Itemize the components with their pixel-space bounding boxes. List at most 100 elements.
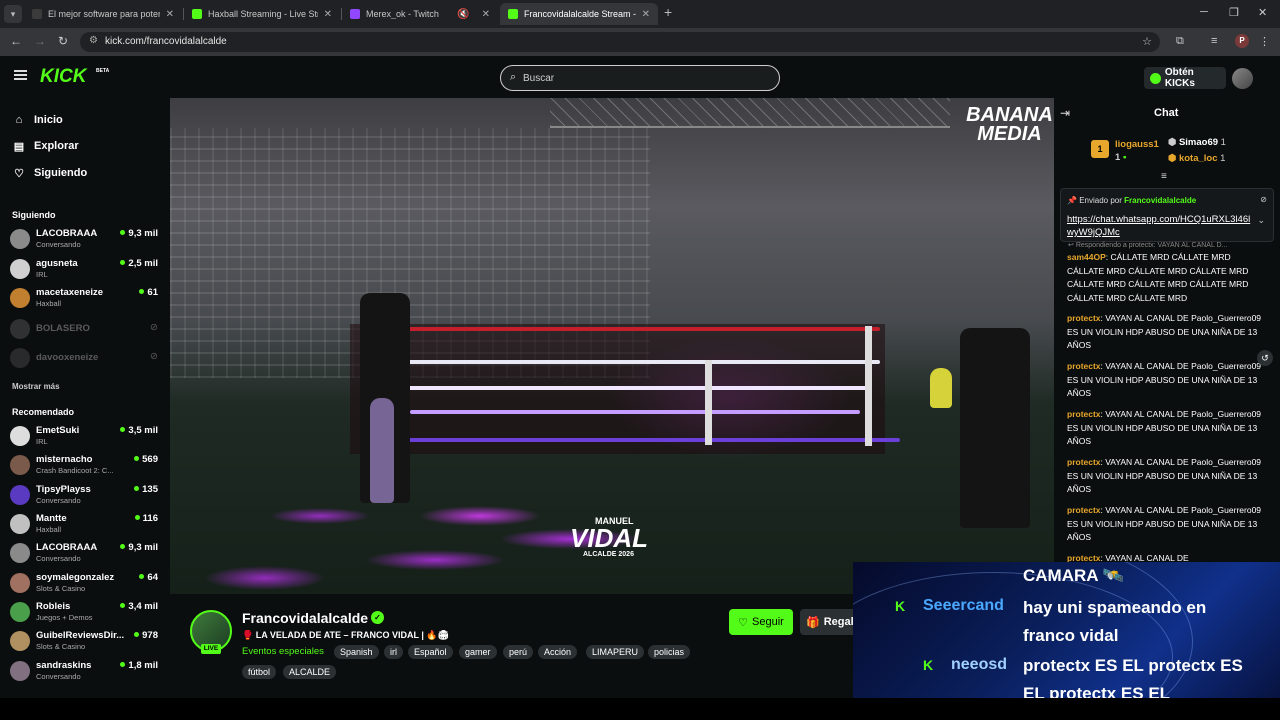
ring-post (865, 326, 872, 446)
tag-chip[interactable]: perú (503, 645, 534, 659)
user-avatar[interactable] (1232, 68, 1253, 89)
sidebar-channel[interactable]: macetaxeneize Haxball 61 (10, 284, 160, 312)
video-player[interactable]: BANANA MEDIA MANUEL VIDAL ALCALDE 2026 (170, 98, 1054, 594)
sidebar-channel[interactable]: EmetSuki IRL 3,5 mil (10, 422, 160, 450)
live-dot-icon (139, 289, 145, 294)
browser-tab-4-active[interactable]: Francovidalalcalde Stream - Wa ✕ (500, 3, 658, 25)
sidebar-channel[interactable]: TipsyPlayss Conversando 135 (10, 481, 160, 509)
follow-label: Seguir (752, 616, 784, 628)
leaderboard-user[interactable]: ⬢ kota_loc 1 (1168, 153, 1225, 164)
search-input[interactable]: ⌕ Buscar (500, 65, 780, 91)
chat-username[interactable]: protectx (1067, 553, 1101, 562)
channel-name: sandraskins (36, 660, 92, 671)
site-info-icon[interactable]: ⚙ (89, 35, 98, 46)
offline-icon: ⊘ (150, 322, 158, 333)
sidebar-channel[interactable]: soymalegonzalez Slots & Casino 64 (10, 569, 160, 597)
chevron-down-icon[interactable]: ⌄ (1257, 215, 1265, 226)
browser-tab-2[interactable]: Haxball Streaming - Live Stream ✕ (184, 3, 340, 25)
mute-tab-icon[interactable]: 🔇 (457, 9, 469, 20)
leaderboard-count-value: 1 (1115, 152, 1121, 163)
chat-title: Chat (1154, 107, 1179, 119)
close-tab-icon[interactable]: ✕ (482, 9, 490, 20)
chat-username[interactable]: protectx (1067, 313, 1101, 323)
extensions-icon[interactable]: ⧉ (1176, 35, 1184, 48)
expand-leaderboard-icon[interactable]: ≡ (1161, 171, 1167, 182)
channel-category: IRL (36, 270, 48, 279)
show-more-link[interactable]: Mostrar más (12, 382, 60, 391)
get-kicks-label: Obtén KICKs (1164, 67, 1195, 89)
leaderboard-user[interactable]: liogauss1 (1115, 139, 1159, 150)
tag-chip[interactable]: fútbol (242, 665, 277, 679)
pinned-author[interactable]: Francovidalalcalde (1124, 196, 1196, 205)
nav-following[interactable]: ♡ Siguiendo (12, 165, 87, 181)
viewer-count: 978 (142, 630, 158, 641)
kick-logo[interactable]: KICK (40, 66, 86, 88)
maximize-icon[interactable]: ❐ (1229, 6, 1239, 19)
sidebar-channel-offline[interactable]: BOLASERO ⊘ (10, 315, 160, 343)
sidebar-channel-offline[interactable]: davooxeneize ⊘ (10, 344, 160, 372)
sidebar-channel[interactable]: GuibelReviewsDir... Slots & Casino 978 (10, 627, 160, 655)
unpin-icon[interactable]: ⊘ (1260, 195, 1267, 204)
nav-home[interactable]: ⌂ Inicio (12, 112, 63, 128)
browser-tab-1[interactable]: El mejor software para potenciar ✕ (24, 3, 182, 25)
profile-avatar[interactable]: P (1235, 34, 1249, 48)
gift-button[interactable]: 🎁 Regala (800, 609, 854, 635)
scroll-to-bottom-icon[interactable]: ↺ (1257, 350, 1273, 366)
channel-name: soymalegonzalez (36, 572, 115, 583)
pinned-link[interactable]: https://chat.whatsapp.com/HCQ1uRXL3l46lw… (1067, 213, 1257, 239)
collapse-chat-icon[interactable]: ⇥ (1060, 106, 1070, 120)
chat-username[interactable]: protectx (1067, 457, 1101, 467)
chat-username[interactable]: protectx (1067, 505, 1101, 515)
viewer-count: 569 (142, 454, 158, 465)
chat-username[interactable]: protectx (1067, 361, 1101, 371)
follow-button[interactable]: ♡ Seguir (729, 609, 793, 635)
channel-avatar (10, 319, 30, 339)
bookmark-star-icon[interactable]: ☆ (1142, 35, 1152, 48)
close-window-icon[interactable]: ✕ (1258, 6, 1267, 19)
sidebar-channel[interactable]: misternacho Crash Bandicoot 2: C... 569 (10, 451, 160, 479)
forward-icon[interactable]: → (34, 34, 46, 48)
live-dot-icon (134, 456, 140, 461)
browser-menu-icon[interactable]: ⋮ (1259, 35, 1270, 48)
sidebar-channel[interactable]: agusneta IRL 2,5 mil (10, 255, 160, 283)
url-field[interactable]: ⚙ kick.com/francovidalalcalde ☆ (80, 32, 1160, 52)
pinned-by-line: 📌 Enviado por Francovidalalcalde (1067, 196, 1196, 205)
nav-browse[interactable]: ▤ Explorar (12, 138, 79, 154)
tag-chip[interactable]: Spanish (334, 645, 379, 659)
chat-username[interactable]: protectx (1067, 409, 1101, 419)
sidebar-channel[interactable]: Robleis Juegos + Demos 3,4 mil (10, 598, 160, 626)
rank-badge: 1 (1091, 140, 1109, 158)
overlay-text: franco vidal (1023, 626, 1119, 645)
tag-chip[interactable]: Acción (538, 645, 578, 659)
menu-hamburger-icon[interactable] (14, 70, 27, 80)
minimize-icon[interactable]: ─ (1200, 6, 1208, 18)
tag-chip[interactable]: Español (408, 645, 453, 659)
tag-chip[interactable]: LIMAPERU (586, 645, 645, 659)
reload-icon[interactable]: ↻ (58, 34, 68, 48)
media-control-icon[interactable]: ≡ (1211, 35, 1217, 47)
get-kicks-button[interactable]: Obtén KICKs (1144, 67, 1226, 89)
tag-chip[interactable]: policias (648, 645, 691, 659)
streamer-name[interactable]: Francovidalalcalde (242, 610, 368, 626)
live-dot-icon (139, 574, 145, 579)
tag-chip[interactable]: ALCALDE (283, 665, 337, 679)
sidebar-channel[interactable]: LACOBRAAA Conversando 9,3 mil (10, 539, 160, 567)
sidebar-channel[interactable]: LACOBRAAA Conversando 9,3 mil (10, 225, 160, 253)
sidebar: ⌂ Inicio ▤ Explorar ♡ Siguiendo Siguiend… (0, 98, 170, 698)
channel-name: LACOBRAAA (36, 228, 98, 239)
close-tab-icon[interactable]: ✕ (166, 9, 174, 20)
tag-chip[interactable]: irl (384, 645, 403, 659)
close-tab-icon[interactable]: ✕ (642, 9, 650, 20)
back-icon[interactable]: ← (10, 34, 22, 48)
chat-username[interactable]: sam44OP (1067, 252, 1106, 262)
stream-category-link[interactable]: Eventos especiales (242, 646, 324, 657)
tab-favicon-icon (350, 9, 360, 19)
new-tab-icon[interactable]: + (664, 4, 672, 20)
browser-tab-3[interactable]: Merex_ok - Twitch 🔇 ✕ (342, 3, 498, 25)
leaderboard-user[interactable]: ⬢ Simao69 1 (1168, 137, 1226, 148)
close-tab-icon[interactable]: ✕ (324, 9, 332, 20)
tag-chip[interactable]: gamer (459, 645, 497, 659)
tab-search-menu-icon[interactable]: ▾ (4, 5, 22, 23)
sidebar-channel[interactable]: Mantte Haxball 116 (10, 510, 160, 538)
sidebar-channel[interactable]: sandraskins Conversando 1,8 mil (10, 657, 160, 685)
